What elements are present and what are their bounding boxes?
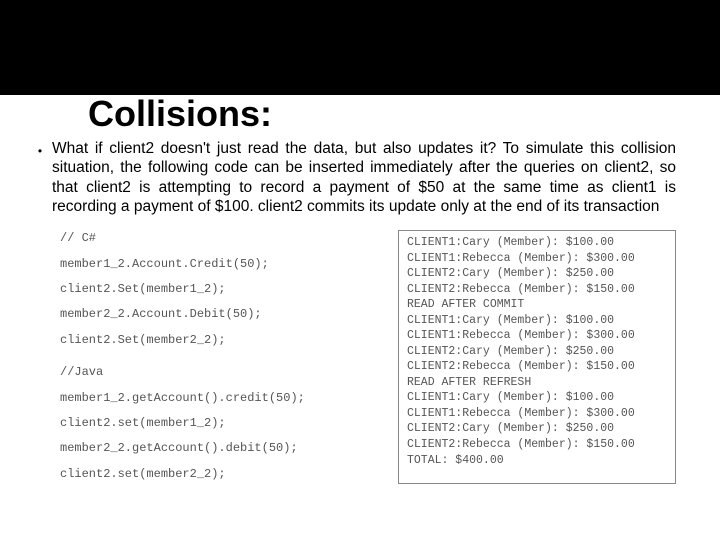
code-line: client2.Set(member2_2); [60,332,380,349]
code-line: member1_2.Account.Credit(50); [60,256,380,273]
code-line: member2_2.Account.Debit(50); [60,306,380,323]
code-line: member2_2.getAccount().debit(50); [60,440,380,457]
code-left-block: // C# member1_2.Account.Credit(50); clie… [60,230,380,484]
code-line: client2.set(member1_2); [60,415,380,432]
code-line: client2.set(member2_2); [60,466,380,483]
bullet-row: • What if client2 doesn't just read the … [28,139,692,217]
slide-title: Collisions: [88,95,692,133]
code-line: member1_2.getAccount().credit(50); [60,390,380,407]
slide-content: Collisions: • What if client2 doesn't ju… [0,95,720,484]
code-output-block: CLIENT1:Cary (Member): $100.00 CLIENT1:R… [398,230,676,484]
code-row: // C# member1_2.Account.Credit(50); clie… [28,230,692,484]
bullet-text: What if client2 doesn't just read the da… [52,139,676,217]
header-bar [0,0,720,95]
bullet-dot: • [28,139,52,217]
code-comment: // C# [60,230,380,247]
code-line: client2.Set(member1_2); [60,281,380,298]
code-comment: //Java [60,364,380,381]
